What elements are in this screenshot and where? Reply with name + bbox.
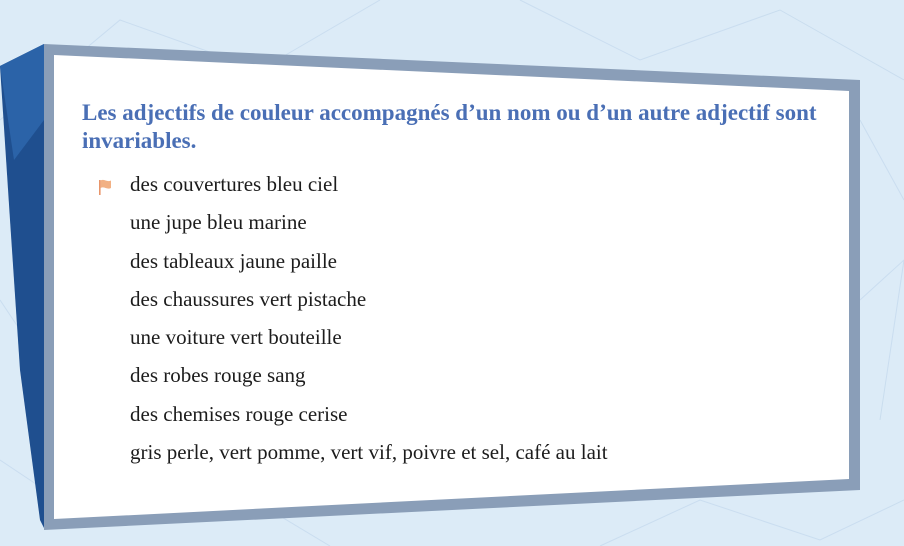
examples-list: des couvertures bleu ciel une jupe bleu … <box>130 172 608 478</box>
example-item: des couvertures bleu ciel <box>130 172 339 196</box>
example-item: gris perle, vert pomme, vert vif, poivre… <box>130 440 608 465</box>
example-item: des tableaux jaune paille <box>130 248 337 273</box>
example-item: des chaussures vert pistache <box>130 286 367 311</box>
example-item: une voiture vert bouteille <box>130 325 342 350</box>
example-item: des chemises rouge cerise <box>130 401 348 426</box>
slide-title: Les adjectifs de couleur accompagnés d’u… <box>82 100 817 153</box>
example-item: des robes rouge sang <box>130 363 306 388</box>
example-item: une jupe bleu marine <box>130 210 307 235</box>
flag-icon <box>99 179 111 195</box>
